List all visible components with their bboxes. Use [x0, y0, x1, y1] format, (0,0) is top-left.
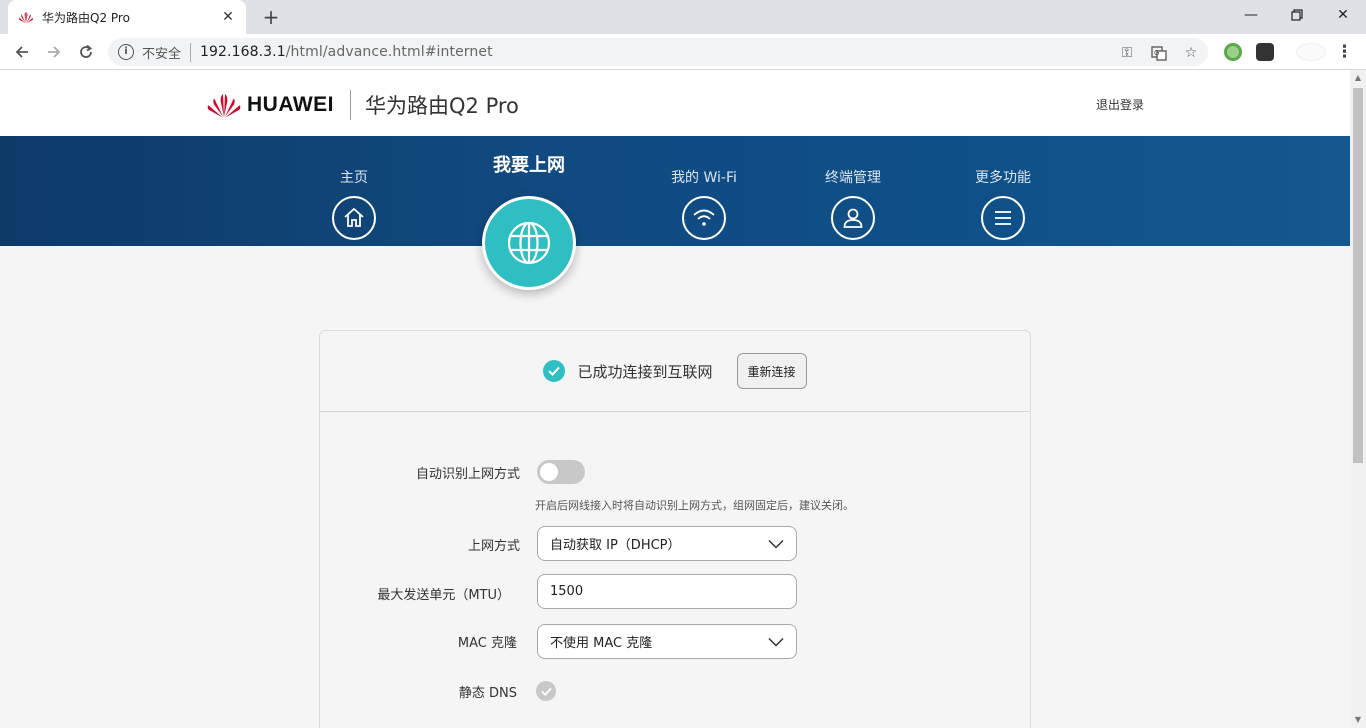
static-dns-label: 静态 DNS — [458, 686, 517, 701]
browser-menu-icon[interactable]: ⋮ — [1336, 39, 1353, 65]
mtu-value: 1500 — [550, 584, 584, 599]
globe-icon — [482, 196, 576, 290]
url-text[interactable]: 192.168.3.1/html/advance.html#internet — [200, 44, 493, 60]
tab-title: 华为路由Q2 Pro — [42, 10, 130, 25]
auto-detect-label: 自动识别上网方式 — [415, 467, 520, 482]
brand-divider — [350, 90, 351, 120]
connection-mode-select[interactable]: 自动获取 IP（DHCP） — [537, 526, 797, 561]
extension-light-icon[interactable] — [1296, 43, 1326, 61]
logout-link[interactable]: 退出登录 — [1096, 96, 1144, 113]
nav-label-wifi: 我的 Wi-Fi — [671, 170, 737, 186]
auto-detect-hint: 开启后网线接入时将自动识别上网方式，组网固定后，建议关闭。 — [535, 499, 854, 512]
forward-button[interactable] — [41, 39, 67, 65]
minimize-button[interactable]: — — [1228, 0, 1274, 30]
nav-label-home: 主页 — [340, 170, 368, 186]
huawei-logo-icon — [207, 94, 241, 118]
user-icon — [831, 196, 875, 240]
nav-label-more: 更多功能 — [975, 170, 1031, 186]
connection-status-row: 已成功连接到互联网 重新连接 — [320, 331, 1030, 412]
translate-icon[interactable]: G — [1150, 44, 1168, 62]
extension-dark-icon[interactable] — [1256, 43, 1274, 61]
url-host: 192.168.3.1 — [200, 44, 286, 60]
extension-green-icon[interactable] — [1224, 43, 1242, 61]
url-path: /html/advance.html#internet — [285, 44, 493, 60]
security-label: 不安全 — [142, 42, 192, 62]
toggle-knob — [540, 463, 558, 481]
translate-glyph-icon: G — [1151, 46, 1167, 61]
page-viewport: HUAWEI 华为路由Q2 Pro 退出登录 主页 我要上网 我的 Wi-Fi … — [0, 70, 1350, 728]
restore-button[interactable] — [1274, 0, 1320, 30]
browser-tab[interactable]: 华为路由Q2 Pro ✕ — [8, 0, 246, 34]
bookmark-star-icon[interactable]: ☆ — [1182, 44, 1200, 62]
close-window-button[interactable]: ✕ — [1320, 0, 1366, 30]
static-dns-checkbox[interactable] — [536, 681, 556, 701]
nav-item-wifi[interactable]: 我的 Wi-Fi — [644, 168, 764, 240]
home-icon — [332, 196, 376, 240]
success-check-icon — [543, 360, 566, 382]
brand: HUAWEI 华为路由Q2 Pro — [205, 90, 519, 120]
nav-item-devices[interactable]: 终端管理 — [793, 168, 913, 240]
mtu-label: 最大发送单元（MTU） — [377, 588, 510, 603]
chevron-down-icon — [768, 637, 784, 647]
tab-close-icon[interactable]: ✕ — [220, 9, 236, 25]
product-name: 华为路由Q2 Pro — [365, 94, 519, 118]
page-header: HUAWEI 华为路由Q2 Pro 退出登录 — [0, 70, 1350, 136]
nav-item-home[interactable]: 主页 — [294, 168, 414, 240]
page-scrollbar[interactable]: ▲ ▼ — [1350, 70, 1366, 728]
brand-name: HUAWEI — [247, 93, 334, 116]
restore-icon — [1291, 9, 1303, 21]
nav-item-more[interactable]: 更多功能 — [943, 168, 1063, 240]
mac-clone-label: MAC 克隆 — [457, 636, 517, 651]
svg-text:G: G — [1154, 49, 1159, 57]
forward-arrow-icon — [48, 46, 61, 58]
mtu-input[interactable]: 1500 — [537, 574, 797, 609]
internet-settings-card: 已成功连接到互联网 重新连接 自动识别上网方式 开启后网线接入时将自动识别上网方… — [319, 330, 1031, 728]
wifi-icon — [682, 196, 726, 240]
back-arrow-icon — [15, 46, 28, 58]
mac-clone-value: 不使用 MAC 克隆 — [550, 636, 653, 651]
address-bar[interactable]: i 不安全 192.168.3.1/html/advance.html#inte… — [108, 38, 1208, 66]
connection-status-text: 已成功连接到互联网 — [577, 362, 713, 381]
nav-label-devices: 终端管理 — [825, 170, 881, 186]
chevron-down-icon — [768, 539, 784, 549]
reload-button[interactable] — [73, 39, 99, 65]
nav-item-internet[interactable]: 我要上网 — [469, 155, 589, 290]
menu-icon — [981, 196, 1025, 240]
new-tab-button[interactable]: + — [258, 4, 284, 30]
scroll-up-icon[interactable]: ▲ — [1354, 74, 1362, 82]
connection-mode-label: 上网方式 — [467, 539, 520, 554]
key-icon[interactable]: ⚿ — [1118, 44, 1136, 62]
scroll-thumb[interactable] — [1353, 88, 1363, 463]
browser-tabstrip: 华为路由Q2 Pro ✕ + — ✕ — [0, 0, 1366, 34]
nav-label-internet: 我要上网 — [493, 155, 565, 176]
connection-mode-value: 自动获取 IP（DHCP） — [550, 538, 681, 553]
back-button[interactable] — [9, 39, 35, 65]
reload-icon — [80, 44, 93, 58]
info-icon[interactable]: i — [118, 44, 134, 60]
huawei-favicon-icon — [19, 12, 33, 24]
browser-toolbar: i 不安全 192.168.3.1/html/advance.html#inte… — [0, 34, 1366, 70]
check-icon — [540, 687, 552, 696]
scroll-down-icon[interactable]: ▼ — [1354, 716, 1362, 724]
mac-clone-select[interactable]: 不使用 MAC 克隆 — [537, 624, 797, 659]
reconnect-button[interactable]: 重新连接 — [736, 353, 807, 389]
auto-detect-toggle[interactable] — [537, 460, 585, 484]
